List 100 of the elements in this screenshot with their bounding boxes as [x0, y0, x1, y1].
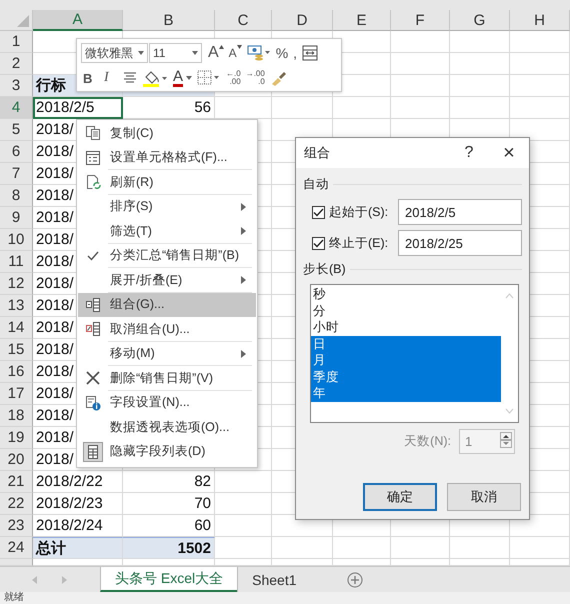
decimal-button[interactable]: →.00 .0	[244, 67, 267, 89]
checkbox[interactable]	[312, 206, 325, 218]
refresh-icon	[85, 174, 101, 190]
font-size-dropdown[interactable]: 11	[149, 43, 202, 63]
table-cell: 2018/2/23	[33, 493, 123, 515]
column-header[interactable]: A	[33, 10, 123, 31]
row-header[interactable]: 14	[0, 317, 33, 339]
list-item[interactable]: 月	[311, 352, 501, 368]
row-header[interactable]: 4	[0, 97, 33, 119]
add-sheet-icon[interactable]	[346, 572, 362, 588]
format-button[interactable]: %	[274, 42, 290, 64]
close-icon	[85, 370, 101, 386]
dialog-button[interactable]: 确定	[363, 483, 437, 511]
row-header[interactable]: 24	[0, 537, 33, 559]
table-cell: 70	[123, 493, 215, 515]
row-header[interactable]: 7	[0, 163, 33, 185]
up-triangle-icon	[218, 45, 224, 49]
date-field[interactable]: 2018/2/5	[398, 199, 522, 225]
table-cell	[391, 53, 450, 75]
format-cells-icon	[85, 150, 101, 166]
row-header[interactable]: 6	[0, 141, 33, 163]
checkbox[interactable]	[312, 236, 325, 250]
field-settings-icon	[85, 394, 101, 411]
table-cell	[450, 53, 510, 75]
row-header[interactable]: 17	[0, 383, 33, 405]
row-header[interactable]: 10	[0, 229, 33, 251]
field-list-icon	[83, 442, 103, 462]
dropdown-arrow-icon	[192, 51, 198, 55]
column-header[interactable]: H	[510, 10, 570, 31]
font-color-button[interactable]: A	[171, 67, 194, 89]
table-cell: 总计	[33, 537, 123, 559]
column-header[interactable]: E	[333, 10, 391, 31]
row-header[interactable]: 13	[0, 295, 33, 317]
table-cell	[391, 75, 450, 97]
table-cell	[450, 537, 510, 559]
row-header[interactable]: 5	[0, 119, 33, 141]
list-item[interactable]: 年	[311, 385, 501, 402]
list-item[interactable]: 小时	[311, 319, 501, 336]
dialog-title: 组合	[304, 144, 331, 162]
help-button[interactable]: ?	[449, 138, 489, 168]
list-item[interactable]: 日	[311, 336, 501, 352]
dialog-button[interactable]: 取消	[447, 483, 521, 511]
sheet-tab[interactable]: 头条号 Excel大全	[100, 567, 238, 592]
checkbox-label: 终止于(E):	[329, 234, 390, 252]
column-header[interactable]: G	[450, 10, 510, 31]
close-button[interactable]: ×	[489, 138, 529, 168]
row-header[interactable]: 8	[0, 185, 33, 207]
table-cell	[510, 97, 570, 119]
list-item[interactable]: 秒	[311, 286, 501, 302]
font-name-dropdown[interactable]: 微软雅黑	[81, 43, 148, 63]
days-label: 天数(N):	[404, 433, 451, 450]
row-header[interactable]: 21	[0, 471, 33, 493]
dropdown-arrow-icon	[138, 51, 144, 55]
table-cell: 1502	[123, 537, 215, 559]
table-cell	[391, 537, 450, 559]
dropdown-arrow-icon	[186, 76, 192, 80]
row-header[interactable]: 22	[0, 493, 33, 515]
row-header[interactable]: 16	[0, 361, 33, 383]
list-item[interactable]: 季度	[311, 368, 501, 385]
row-header[interactable]: 9	[0, 207, 33, 229]
row-header[interactable]: 23	[0, 515, 33, 537]
row-header[interactable]: 2	[0, 53, 33, 75]
table-cell	[272, 97, 333, 119]
table-cell: 82	[123, 471, 215, 493]
column-header[interactable]: B	[123, 10, 215, 31]
row-header[interactable]: 3	[0, 75, 33, 97]
format-button[interactable]: ,	[291, 42, 300, 64]
list-item[interactable]: 分	[311, 302, 501, 319]
table-cell	[272, 537, 333, 559]
menu-item[interactable]: 组合(G)...	[78, 292, 256, 317]
column-header[interactable]: F	[391, 10, 450, 31]
group-label: 步长(B)	[303, 261, 346, 278]
decimal-button[interactable]: ←.0 .00	[224, 67, 243, 89]
row-header[interactable]: 1	[0, 31, 33, 53]
table-cell	[215, 515, 272, 537]
group-label: 自动	[303, 176, 329, 193]
row-header[interactable]: 20	[0, 449, 33, 471]
row-header[interactable]: 19	[0, 427, 33, 449]
table-cell	[510, 53, 570, 75]
row-header[interactable]: 11	[0, 251, 33, 273]
down-triangle-icon	[236, 45, 242, 49]
row-header[interactable]: 15	[0, 339, 33, 361]
table-cell	[510, 31, 570, 53]
column-header[interactable]: D	[272, 10, 333, 31]
grow-font-button[interactable]: A	[206, 42, 226, 64]
table-cell	[510, 537, 570, 559]
table-cell	[510, 75, 570, 97]
row-header[interactable]: 12	[0, 273, 33, 295]
status-text: 就绪	[4, 592, 24, 604]
checkbox-label: 起始于(S):	[329, 204, 390, 220]
table-cell: 2018/2/22	[33, 471, 123, 493]
group-icon	[85, 296, 101, 313]
table-cell	[391, 31, 450, 53]
column-header[interactable]: C	[215, 10, 272, 31]
date-field[interactable]: 2018/2/25	[398, 230, 522, 256]
shrink-font-button[interactable]: A	[226, 42, 244, 64]
table-cell	[450, 31, 510, 53]
table-cell	[215, 537, 272, 559]
table-cell: 2018/2/5	[33, 97, 123, 119]
row-header[interactable]: 18	[0, 405, 33, 427]
